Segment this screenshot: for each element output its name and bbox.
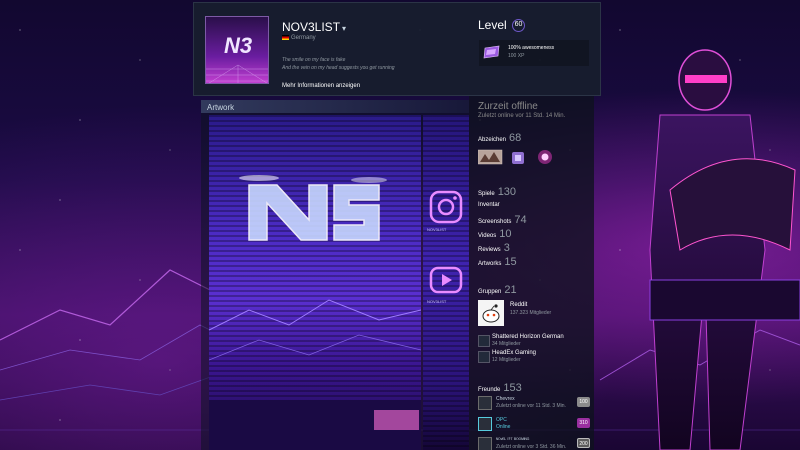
persona-name[interactable]: NOV3LIST ▾ xyxy=(282,20,346,34)
group-members: 34 Mitglieder xyxy=(492,341,521,347)
group-name: Reddit xyxy=(510,302,528,308)
friend-avatar xyxy=(478,417,492,431)
profile-summary: The smile on my face is fake And the vei… xyxy=(282,56,395,72)
youtube-icon xyxy=(429,266,463,294)
badge-icon[interactable] xyxy=(478,149,503,165)
screenshots-link[interactable]: Screenshots 74 xyxy=(478,214,527,226)
side-caption: NOV3LIST xyxy=(427,299,447,304)
friend-status: Zuletzt online vor 3 Std. 36 Min. xyxy=(496,444,567,450)
badge-row xyxy=(478,149,552,165)
svg-text:N3: N3 xyxy=(224,33,252,58)
friend-level-badge: 310 xyxy=(577,418,590,428)
showcase-title: Artwork xyxy=(207,103,235,112)
friends-count: 153 xyxy=(503,382,522,394)
artwork-main-image[interactable] xyxy=(209,115,421,450)
group-name: Shattered Horizon German xyxy=(492,334,564,340)
level-badge[interactable]: 60 xyxy=(512,19,526,33)
instagram-icon xyxy=(429,190,463,224)
stat-count: 10 xyxy=(499,228,512,240)
group-members: 137.323 Mitglieder xyxy=(510,310,552,316)
stat-count: 15 xyxy=(504,256,517,268)
profile-sidebar: Zurzeit offline Zuletzt online vor 11 St… xyxy=(469,96,594,450)
stat-count: 74 xyxy=(514,214,527,226)
friend-avatar xyxy=(478,437,492,450)
summary-line: And the vein on my head suggests you get… xyxy=(282,65,395,71)
stat-label: Artworks xyxy=(478,261,502,267)
friend-item[interactable]: ᴺᴼᵛᴱᴸ ᴵᔆᵀ ᴮᴼᴼᴹᴵᴺᴳ Zuletzt online vor 3 S… xyxy=(478,436,590,450)
germany-flag-icon xyxy=(282,35,289,40)
favorite-badge[interactable]: 100% awesomeness 100 XP xyxy=(479,40,589,66)
badge-icon[interactable] xyxy=(512,152,524,164)
friend-name: Chevrex xyxy=(496,396,515,402)
friend-status: Zuletzt online vor 11 Std. 3 Min. xyxy=(496,403,566,409)
avatar-logo-icon: N3 xyxy=(206,33,268,83)
friends-link[interactable]: Freunde 153 xyxy=(478,382,522,394)
profile-level: Level 60 xyxy=(478,18,526,33)
badge-xp: 100 XP xyxy=(508,53,525,59)
chevron-down-icon[interactable]: ▾ xyxy=(342,24,346,33)
stat-label: Screenshots xyxy=(478,219,512,225)
reddit-icon xyxy=(478,300,504,326)
inventory-link[interactable]: Inventar xyxy=(478,202,500,208)
group-name: HeadEx Gaming xyxy=(492,350,537,356)
videos-link[interactable]: Videos 10 xyxy=(478,228,512,240)
last-online: Zuletzt online vor 11 Std. 14 Min. xyxy=(478,113,566,119)
stat-label: Reviews xyxy=(478,247,501,253)
profile-header: N3 NOV3LIST ▾ Germany The smile on my fac… xyxy=(193,2,601,96)
badge-icon xyxy=(483,45,500,59)
stat-count: 130 xyxy=(497,186,517,198)
artwork-side-image[interactable]: NOV3LIST NOV3LIST xyxy=(423,115,469,450)
groups-count: 21 xyxy=(504,284,517,296)
friend-item[interactable]: Chevrex Zuletzt online vor 11 Std. 3 Min… xyxy=(478,395,590,413)
group-item[interactable]: HeadEx Gaming 12 Mitglieder xyxy=(478,349,588,377)
profile-location: Germany xyxy=(282,35,316,41)
online-status: Zurzeit offline xyxy=(478,101,538,112)
stat-count: 3 xyxy=(503,242,510,254)
background-synthwave-figures xyxy=(649,49,800,450)
stat-label: Inventar xyxy=(478,202,500,208)
friends-label: Freunde xyxy=(478,387,501,393)
stat-label: Spiele xyxy=(478,191,495,197)
artwork-grid-landscape xyxy=(209,299,421,450)
badges-link[interactable]: Abzeichen 68 xyxy=(478,132,521,144)
summary-line: The smile on my face is fake xyxy=(282,57,346,63)
level-label: Level xyxy=(478,18,507,32)
artwork-showcase: Artwork NOV3LIST NOV3LIST xyxy=(201,100,469,450)
games-link[interactable]: Spiele 130 xyxy=(478,186,516,198)
side-caption: NOV3LIST xyxy=(427,227,447,232)
friend-avatar xyxy=(478,396,492,410)
badges-label: Abzeichen xyxy=(478,137,507,143)
badge-icon[interactable] xyxy=(538,150,552,164)
badge-name: 100% awesomeness xyxy=(508,45,555,51)
groups-link[interactable]: Gruppen 21 xyxy=(478,284,517,296)
friend-level-badge: 200 xyxy=(577,438,590,448)
friend-item[interactable]: OPC Online 310 xyxy=(478,416,590,434)
friend-name: ᴺᴼᵛᴱᴸ ᴵᔆᵀ ᴮᴼᴼᴹᴵᴺᴳ xyxy=(496,437,530,443)
friend-name: OPC xyxy=(496,417,507,423)
more-info-link[interactable]: Mehr Informationen anzeigen xyxy=(282,83,360,89)
country-text: Germany xyxy=(291,35,316,42)
group-members: 12 Mitglieder xyxy=(492,357,521,363)
friend-level-badge: 100 xyxy=(577,397,590,407)
showcase-title-bar xyxy=(201,100,469,113)
artworks-link[interactable]: Artworks 15 xyxy=(478,256,517,268)
profile-avatar[interactable]: N3 xyxy=(205,16,269,84)
n3-logo-icon xyxy=(239,175,387,241)
reviews-link[interactable]: Reviews 3 xyxy=(478,242,510,254)
group-avatar xyxy=(478,335,490,347)
groups-label: Gruppen xyxy=(478,289,502,295)
persona-name-text: NOV3LIST xyxy=(282,20,341,34)
badges-count: 68 xyxy=(509,132,522,144)
group-avatar xyxy=(478,351,490,363)
group-item[interactable]: Reddit 137.323 Mitglieder xyxy=(478,300,588,328)
friend-status: Online xyxy=(496,424,511,430)
stat-label: Videos xyxy=(478,233,497,239)
